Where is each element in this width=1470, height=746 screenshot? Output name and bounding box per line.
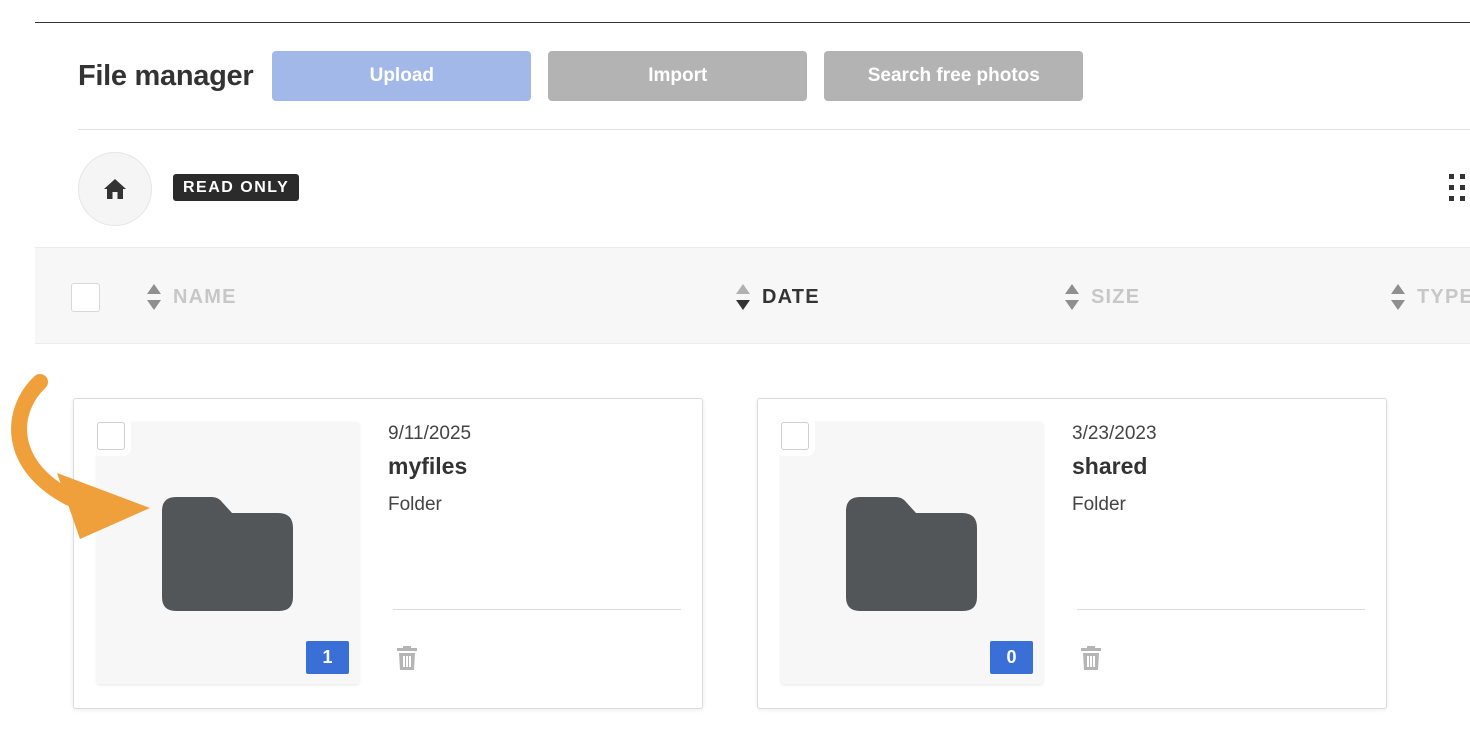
grid-view-toggle[interactable] bbox=[1449, 174, 1469, 204]
folder-icon bbox=[162, 497, 293, 611]
folder-thumbnail[interactable]: 0 bbox=[781, 422, 1043, 684]
column-date[interactable]: DATE bbox=[736, 283, 820, 311]
sort-icon bbox=[147, 284, 161, 310]
item-type: Folder bbox=[388, 494, 442, 515]
item-date: 9/11/2025 bbox=[388, 423, 472, 444]
folder-icon bbox=[846, 497, 977, 611]
column-type[interactable]: TYPE bbox=[1391, 283, 1470, 311]
read-only-badge: READ ONLY bbox=[173, 174, 300, 201]
card-divider bbox=[1077, 609, 1365, 610]
item-checkbox[interactable] bbox=[781, 422, 809, 450]
search-free-photos-button[interactable]: Search free photos bbox=[824, 51, 1084, 101]
page-title: File manager bbox=[78, 59, 254, 92]
column-size[interactable]: SIZE bbox=[1065, 283, 1140, 311]
item-count-badge: 0 bbox=[990, 641, 1033, 674]
column-name-label: NAME bbox=[173, 285, 237, 308]
item-date: 3/23/2023 bbox=[1072, 423, 1157, 444]
file-card[interactable]: 0 3/23/2023 shared Folder bbox=[757, 398, 1387, 709]
header: File manager Upload Import Search free p… bbox=[78, 51, 1100, 101]
header-divider bbox=[78, 129, 1470, 130]
column-name[interactable]: NAME bbox=[147, 283, 237, 311]
item-name[interactable]: shared bbox=[1072, 453, 1147, 480]
sort-icon bbox=[1065, 284, 1079, 310]
table-header: NAME DATE SIZE TYPE bbox=[35, 247, 1470, 344]
sort-icon bbox=[736, 284, 750, 310]
import-button[interactable]: Import bbox=[548, 51, 808, 101]
item-type: Folder bbox=[1072, 494, 1126, 515]
annotation-arrow-icon bbox=[11, 374, 150, 539]
home-button[interactable] bbox=[78, 152, 152, 226]
item-name[interactable]: myfiles bbox=[388, 453, 467, 480]
home-icon bbox=[104, 179, 126, 199]
column-type-label: TYPE bbox=[1417, 285, 1470, 308]
select-all-checkbox[interactable] bbox=[71, 283, 100, 312]
column-date-label: DATE bbox=[762, 285, 820, 308]
sort-icon bbox=[1391, 284, 1405, 310]
trash-icon[interactable] bbox=[1079, 645, 1103, 671]
trash-icon[interactable] bbox=[395, 645, 419, 671]
card-divider bbox=[393, 609, 681, 610]
item-count-badge: 1 bbox=[306, 641, 349, 674]
top-divider bbox=[35, 22, 1470, 23]
upload-button[interactable]: Upload bbox=[272, 51, 532, 101]
column-size-label: SIZE bbox=[1091, 285, 1141, 308]
